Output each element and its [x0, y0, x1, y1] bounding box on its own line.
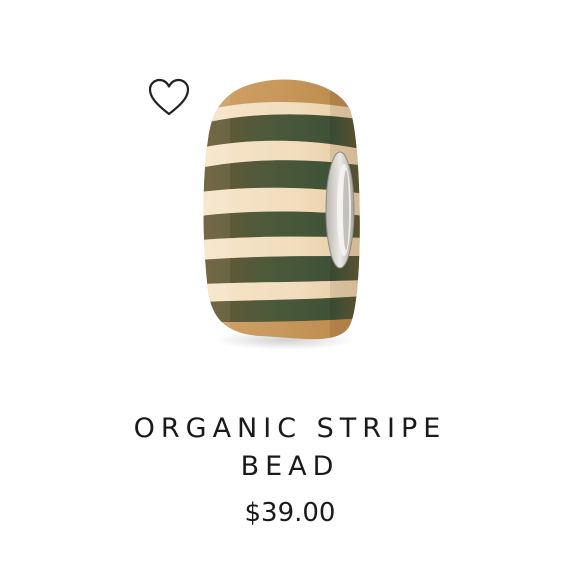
wishlist-heart-icon[interactable]	[148, 78, 190, 118]
product-title[interactable]: ORGANIC STRIPE	[0, 412, 580, 446]
product-image[interactable]	[190, 70, 380, 370]
product-title-continued[interactable]: BEAD	[0, 450, 580, 484]
product-card[interactable]: ORGANIC STRIPE BEAD $39.00	[0, 0, 580, 580]
product-price: $39.00	[244, 498, 336, 528]
